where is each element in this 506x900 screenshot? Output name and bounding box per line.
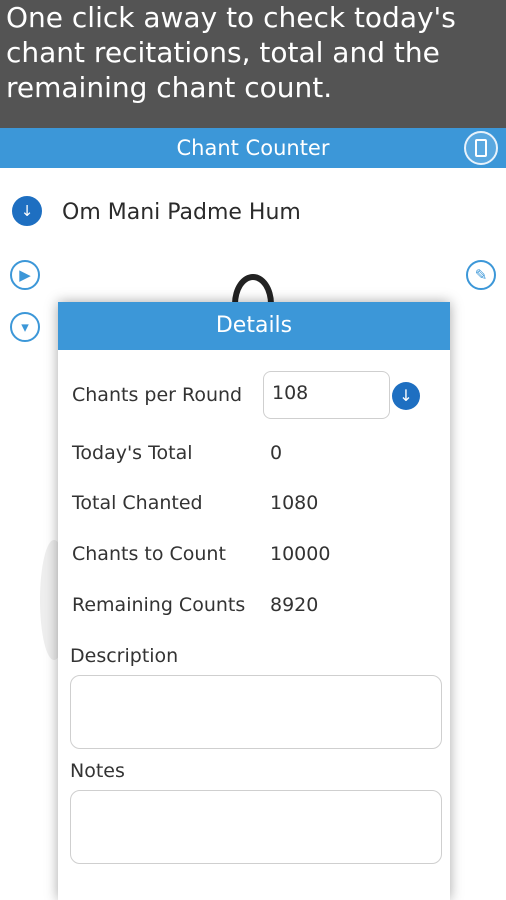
total-chanted-value: 1080 bbox=[270, 492, 319, 514]
trophy-icon[interactable]: ▾ bbox=[10, 312, 40, 342]
notes-label: Notes bbox=[70, 760, 125, 782]
app-title: Chant Counter bbox=[176, 136, 330, 160]
details-dialog: Details Chants per Round 108 ↓ Today's T… bbox=[58, 302, 450, 900]
total-chanted-label: Total Chanted bbox=[72, 492, 203, 514]
remaining-counts-label: Remaining Counts bbox=[72, 594, 246, 616]
promo-banner: One click away to check today's chant re… bbox=[0, 0, 506, 128]
todays-total-label: Today's Total bbox=[72, 442, 193, 464]
chants-to-count-value: 10000 bbox=[270, 543, 331, 565]
promo-line-2: chant recitations, total and the bbox=[6, 36, 440, 69]
play-icon[interactable]: ▶ bbox=[10, 260, 40, 290]
chants-per-round-label: Chants per Round bbox=[72, 384, 243, 406]
app-bar: Chant Counter bbox=[0, 128, 506, 168]
todays-total-value: 0 bbox=[270, 442, 283, 464]
edit-pencil-icon[interactable]: ✎ bbox=[466, 260, 496, 290]
description-field[interactable] bbox=[70, 675, 442, 749]
dialog-title: Details bbox=[58, 302, 450, 350]
notes-field[interactable] bbox=[70, 790, 442, 864]
description-label: Description bbox=[70, 645, 179, 667]
promo-line-1: One click away to check today's bbox=[6, 1, 456, 34]
chant-list-item[interactable]: ↓ Om Mani Padme Hum bbox=[0, 190, 506, 236]
counter-device-icon[interactable] bbox=[464, 131, 498, 165]
chants-per-round-dropdown-icon[interactable]: ↓ bbox=[392, 382, 420, 410]
download-arrow-icon[interactable]: ↓ bbox=[12, 196, 42, 226]
chants-to-count-label: Chants to Count bbox=[72, 543, 226, 565]
chant-name: Om Mani Padme Hum bbox=[62, 200, 301, 225]
remaining-counts-value: 8920 bbox=[270, 594, 319, 616]
promo-line-3: remaining chant count. bbox=[6, 71, 333, 104]
chants-per-round-input[interactable]: 108 bbox=[263, 371, 390, 419]
